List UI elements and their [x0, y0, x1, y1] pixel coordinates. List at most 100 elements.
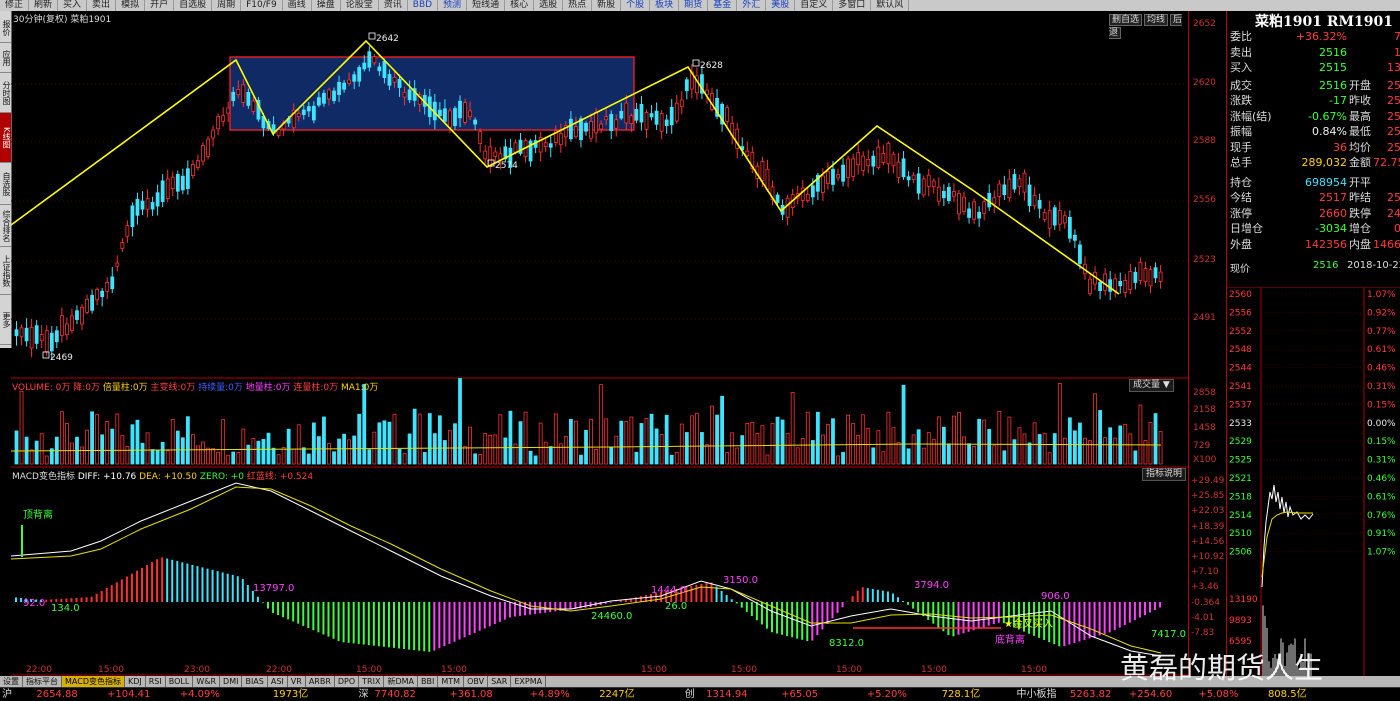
macd-annotation: 92.0: [23, 598, 45, 609]
volume-bar: [947, 443, 951, 465]
volume-bar: [957, 411, 961, 465]
indicator-tab[interactable]: ASI: [268, 676, 288, 687]
toolbar-item[interactable]: 资讯: [379, 0, 408, 11]
volume-bar: [609, 446, 614, 465]
volume-bar: [1113, 437, 1118, 465]
candle-body: [483, 150, 488, 160]
mini-pct-tick: 0.00%: [1367, 419, 1396, 429]
candle-body: [1012, 174, 1017, 190]
indicator-tab[interactable]: MTM: [438, 676, 465, 687]
current-price: 2516: [1313, 260, 1339, 271]
toolbar-item[interactable]: F10/F9: [241, 0, 283, 11]
toolbar-item[interactable]: 期货: [679, 0, 709, 11]
volume-bar: [322, 416, 326, 465]
indicator-tab[interactable]: 新DMA: [384, 676, 419, 687]
toolbar-item[interactable]: 选股: [534, 0, 564, 11]
toolbar-item[interactable]: 预测: [438, 0, 468, 11]
macd-tick: +25.85: [1191, 491, 1225, 501]
candle-body: [674, 102, 679, 122]
toolbar-item[interactable]: 论股堂: [341, 0, 379, 11]
price-tick: 2620: [1193, 78, 1216, 88]
toolbar-item[interactable]: 模拟: [116, 0, 146, 11]
volume-bar: [826, 424, 830, 465]
candle-body: [1153, 267, 1158, 279]
sidebar-tab[interactable]: 分时图: [0, 73, 11, 113]
toolbar-item[interactable]: 美股: [766, 0, 796, 11]
toolbar-item[interactable]: 买入: [58, 0, 88, 11]
candle-body: [1002, 184, 1007, 195]
toolbar-item[interactable]: 周期: [212, 0, 242, 11]
toolbar-item[interactable]: 短线通: [467, 0, 506, 11]
candle-body: [498, 153, 503, 161]
volume-bar: [367, 449, 372, 465]
toolbar-item[interactable]: 新股: [592, 0, 622, 11]
sidebar-tab[interactable]: 自选股: [0, 163, 11, 205]
indicator-tab[interactable]: BIAS: [242, 676, 268, 687]
indicator-tab[interactable]: 指标平台: [23, 676, 62, 687]
sidebar-tab[interactable]: 综合排名: [0, 205, 11, 247]
sidebar-tab[interactable]: 应用: [0, 43, 11, 73]
toolbar-item[interactable]: 自选股: [174, 0, 213, 11]
indicator-tab[interactable]: TRIX: [359, 676, 385, 687]
toolbar-item[interactable]: 基金: [708, 0, 738, 11]
indicator-help-button[interactable]: 指标说明: [1142, 468, 1187, 481]
toolbar-item[interactable]: 修正: [0, 0, 30, 11]
indicator-tab[interactable]: OBV: [464, 676, 489, 687]
volume-bar: [745, 422, 750, 465]
intraday-mini-chart[interactable]: 2560 1.07% 2556 0.92% 2552 0.77% 2548 0.61% 2544…: [1227, 287, 1400, 676]
indicator-tab[interactable]: MACD变色指标: [62, 676, 125, 687]
toolbar-item[interactable]: 个股: [621, 0, 651, 11]
candle-body: [543, 142, 548, 148]
indicator-tab[interactable]: SAR: [488, 676, 512, 687]
toolbar-item[interactable]: 自定义: [795, 0, 834, 11]
volume-bar: [226, 454, 231, 465]
toolbar-item[interactable]: 默认风: [871, 0, 910, 11]
quote-row: 涨跌 -17 昨收 25: [1227, 93, 1400, 108]
indicator-tab[interactable]: VR: [288, 676, 306, 687]
volume-bar: [740, 435, 745, 465]
volume-bar: [543, 441, 548, 465]
chart-button[interactable]: 删自选: [1109, 14, 1143, 26]
chart-button[interactable]: 均线: [1144, 14, 1169, 26]
indicator-tab[interactable]: KDJ: [125, 676, 146, 687]
toolbar-item[interactable]: 画线: [283, 0, 312, 11]
sidebar-tab[interactable]: K线图: [0, 113, 11, 163]
toolbar-item[interactable]: 卖出: [87, 0, 117, 11]
indicator-tab[interactable]: 设置: [0, 676, 23, 687]
volume-legend-item: 地量柱:0万: [242, 383, 291, 393]
indicator-tab[interactable]: W&R: [193, 676, 221, 687]
indicator-tab[interactable]: DPO: [335, 676, 360, 687]
quote-value: 2660: [1319, 206, 1347, 220]
quote-key: 今结: [1230, 191, 1252, 204]
toolbar-item[interactable]: 刷新: [29, 0, 59, 11]
indicator-tab[interactable]: RSI: [146, 676, 166, 687]
mini-avg-line: [1261, 511, 1313, 578]
quote-key-2: 最低: [1349, 125, 1371, 138]
sidebar-tab[interactable]: 更多: [0, 295, 11, 345]
indicator-tab[interactable]: BOLL: [166, 676, 194, 687]
candle-body: [644, 112, 649, 130]
toolbar-item[interactable]: 操盘: [312, 0, 341, 11]
toolbar-item[interactable]: 开户: [145, 0, 175, 11]
toolbar-item[interactable]: 核心: [505, 0, 535, 11]
toolbar-item[interactable]: 外汇: [737, 0, 767, 11]
toolbar-item[interactable]: 多窗口: [833, 0, 872, 11]
volume-bar: [649, 413, 654, 465]
candle-body: [936, 186, 941, 202]
indicator-tab[interactable]: EXPMA: [511, 676, 547, 687]
chart-canvas[interactable]: 2642 2628 2574 2469 顶背离 92.0 134.0 13797.0 24460…: [10, 11, 1188, 676]
indicator-tab[interactable]: BBI: [418, 676, 439, 687]
toolbar-item[interactable]: BBD: [408, 0, 439, 11]
toolbar-item[interactable]: 热点: [563, 0, 593, 11]
candle-body: [831, 168, 835, 185]
sidebar-tab[interactable]: 上证指数: [0, 247, 11, 295]
candle-body: [896, 161, 901, 179]
candle-body: [362, 62, 367, 70]
volume-selector-button[interactable]: 成交量 ▼: [1129, 379, 1174, 392]
time-tick: 15:00: [836, 665, 862, 675]
indicator-tab[interactable]: ARBR: [306, 676, 335, 687]
indicator-tab[interactable]: DMI: [220, 676, 243, 687]
kline-chart-area[interactable]: 2642 2628 2574 2469 顶背离 92.0 134.0 13797.0 24460…: [10, 11, 1188, 676]
toolbar-item[interactable]: 板块: [650, 0, 680, 11]
sidebar-tab[interactable]: 报价: [0, 13, 11, 43]
